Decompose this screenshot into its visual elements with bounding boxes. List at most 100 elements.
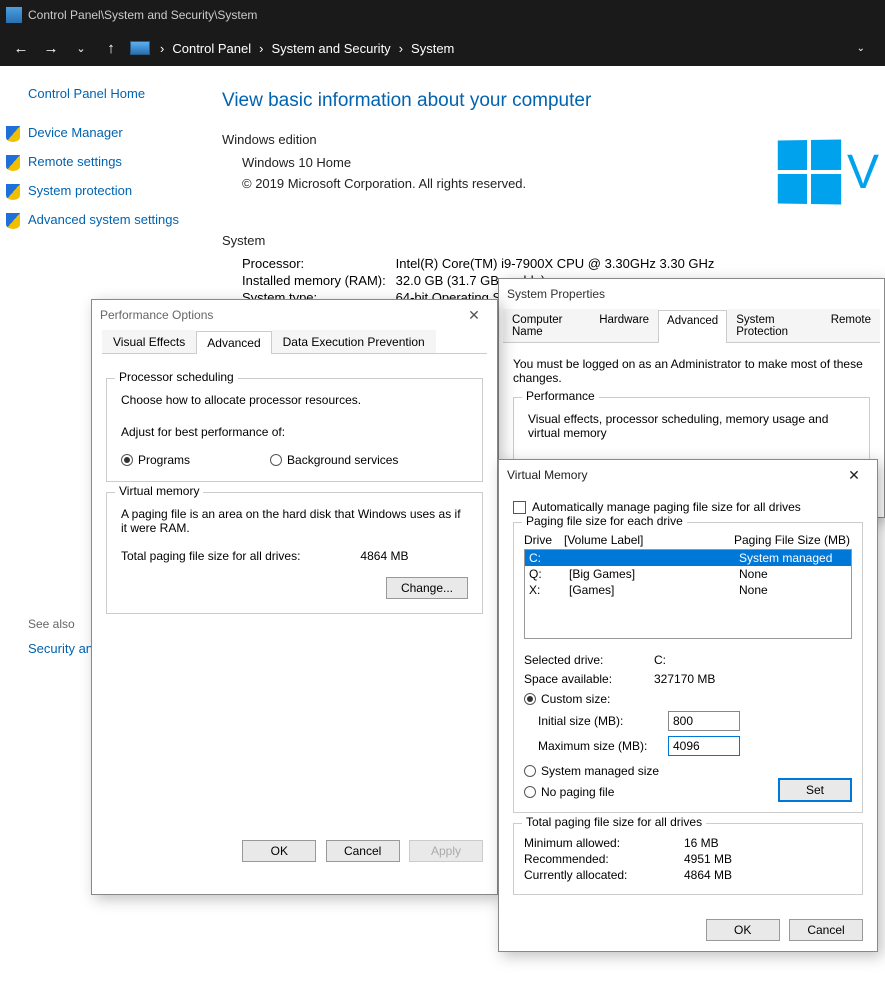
virtual-memory-title-bar: Virtual Memory ✕	[499, 460, 877, 490]
page-heading: View basic information about your comput…	[222, 90, 885, 112]
totals-group: Total paging file size for all drives Mi…	[513, 823, 863, 895]
initial-size-input[interactable]	[668, 711, 740, 731]
chevron-right-icon[interactable]: ›	[395, 41, 407, 56]
windows-logo: V	[777, 140, 879, 204]
paging-file-each-drive-group: Paging file size for each drive Drive [V…	[513, 522, 863, 813]
maximum-size-input[interactable]	[668, 736, 740, 756]
remote-settings-link[interactable]: Remote settings	[28, 154, 210, 169]
tab-visual-effects[interactable]: Visual Effects	[102, 330, 196, 353]
tab-hardware[interactable]: Hardware	[590, 309, 658, 342]
drive-paging-size: None	[739, 583, 847, 597]
custom-size-radio[interactable]: Custom size:	[524, 692, 852, 706]
drive-volume	[569, 551, 739, 565]
virtual-memory-title: Virtual Memory	[507, 468, 587, 482]
virtual-memory-dialog: Virtual Memory ✕ Automatically manage pa…	[498, 459, 878, 952]
processor-label: Processor:	[242, 256, 392, 271]
drive-letter: Q:	[529, 567, 569, 581]
chevron-right-icon[interactable]: ›	[255, 41, 267, 56]
window-title-bar: Control Panel\System and Security\System	[0, 0, 885, 30]
cancel-button[interactable]: Cancel	[326, 840, 400, 862]
recommended-value: 4951 MB	[684, 852, 732, 866]
drive-volume: [Games]	[569, 583, 739, 597]
drive-list[interactable]: C:System managedQ:[Big Games]NoneX:[Game…	[524, 549, 852, 639]
breadcrumb-root[interactable]: Control Panel	[172, 41, 251, 56]
control-panel-icon	[6, 7, 22, 23]
window-title-text: Control Panel\System and Security\System	[28, 8, 257, 22]
back-arrow-icon[interactable]: ←	[8, 35, 34, 61]
processor-scheduling-group: Processor scheduling Choose how to alloc…	[106, 378, 483, 482]
each-drive-legend: Paging file size for each drive	[522, 514, 687, 528]
checkbox-icon	[513, 501, 526, 514]
set-button[interactable]: Set	[778, 778, 852, 802]
tab-perf-advanced[interactable]: Advanced	[196, 331, 271, 354]
no-paging-label: No paging file	[541, 785, 614, 799]
maximum-size-label: Maximum size (MB):	[538, 739, 658, 753]
drive-list-row[interactable]: Q:[Big Games]None	[525, 566, 851, 582]
drive-letter: C:	[529, 551, 569, 565]
forward-arrow-icon[interactable]: →	[38, 35, 64, 61]
adjust-label: Adjust for best performance of:	[121, 425, 468, 439]
apply-button[interactable]: Apply	[409, 840, 483, 862]
drive-list-row[interactable]: C:System managed	[525, 550, 851, 566]
system-properties-title: System Properties	[507, 287, 605, 301]
space-available-label: Space available:	[524, 672, 644, 686]
auto-manage-checkbox[interactable]: Automatically manage paging file size fo…	[513, 500, 863, 514]
control-panel-home-link[interactable]: Control Panel Home	[28, 86, 210, 101]
radio-icon	[524, 786, 536, 798]
tab-remote[interactable]: Remote	[822, 309, 880, 342]
up-arrow-icon[interactable]: ↑	[98, 35, 124, 61]
chevron-right-icon[interactable]: ›	[156, 41, 168, 56]
ok-button[interactable]: OK	[706, 919, 780, 941]
programs-radio-label: Programs	[138, 453, 190, 467]
programs-radio[interactable]: Programs	[121, 453, 190, 467]
virtual-memory-group: Virtual memory A paging file is an area …	[106, 492, 483, 614]
radio-icon	[121, 454, 133, 466]
advanced-system-settings-link[interactable]: Advanced system settings	[28, 212, 210, 227]
performance-options-tabs: Visual Effects Advanced Data Execution P…	[102, 330, 487, 354]
drive-list-row[interactable]: X:[Games]None	[525, 582, 851, 598]
virtual-memory-legend: Virtual memory	[115, 484, 203, 498]
processor-scheduling-legend: Processor scheduling	[115, 370, 238, 384]
close-icon[interactable]: ✕	[459, 307, 489, 324]
ram-label: Installed memory (RAM):	[242, 273, 392, 288]
performance-options-buttons: OK Cancel Apply	[92, 830, 497, 872]
tab-system-protection[interactable]: System Protection	[727, 309, 822, 342]
space-available-value: 327170 MB	[654, 672, 715, 686]
change-button[interactable]: Change...	[386, 577, 468, 599]
currently-allocated-label: Currently allocated:	[524, 868, 674, 882]
address-dropdown-icon[interactable]: ⌄	[857, 43, 877, 54]
virtual-memory-buttons: OK Cancel	[499, 909, 877, 951]
system-managed-label: System managed size	[541, 764, 659, 778]
totals-legend: Total paging file size for all drives	[522, 815, 706, 829]
ok-button[interactable]: OK	[242, 840, 316, 862]
tab-computer-name[interactable]: Computer Name	[503, 309, 590, 342]
no-paging-radio[interactable]: No paging file	[524, 785, 778, 799]
drive-letter: X:	[529, 583, 569, 597]
system-managed-radio[interactable]: System managed size	[524, 764, 852, 778]
tab-dep[interactable]: Data Execution Prevention	[272, 330, 436, 353]
minimum-allowed-value: 16 MB	[684, 836, 719, 850]
close-icon[interactable]: ✕	[839, 467, 869, 484]
background-services-radio-label: Background services	[287, 453, 398, 467]
breadcrumb-leaf[interactable]: System	[411, 41, 454, 56]
col-size: Paging File Size (MB)	[734, 533, 852, 547]
total-paging-value: 4864 MB	[360, 549, 408, 563]
selected-drive-label: Selected drive:	[524, 653, 644, 667]
radio-icon	[524, 765, 536, 777]
drive-volume: [Big Games]	[569, 567, 739, 581]
tab-advanced[interactable]: Advanced	[658, 310, 727, 343]
performance-desc: Visual effects, processor scheduling, me…	[528, 412, 855, 440]
recent-dropdown-icon[interactable]: ⌄	[68, 35, 94, 61]
system-heading: System	[222, 233, 885, 248]
performance-options-dialog: Performance Options ✕ Visual Effects Adv…	[91, 299, 498, 895]
processor-row: Processor: Intel(R) Core(TM) i9-7900X CP…	[242, 256, 885, 271]
drive-paging-size: None	[739, 567, 847, 581]
background-services-radio[interactable]: Background services	[270, 453, 398, 467]
currently-allocated-value: 4864 MB	[684, 868, 732, 882]
custom-size-label: Custom size:	[541, 692, 610, 706]
col-volume: [Volume Label]	[564, 533, 734, 547]
device-manager-link[interactable]: Device Manager	[28, 125, 210, 140]
breadcrumb-mid[interactable]: System and Security	[271, 41, 390, 56]
cancel-button[interactable]: Cancel	[789, 919, 863, 941]
system-protection-link[interactable]: System protection	[28, 183, 210, 198]
